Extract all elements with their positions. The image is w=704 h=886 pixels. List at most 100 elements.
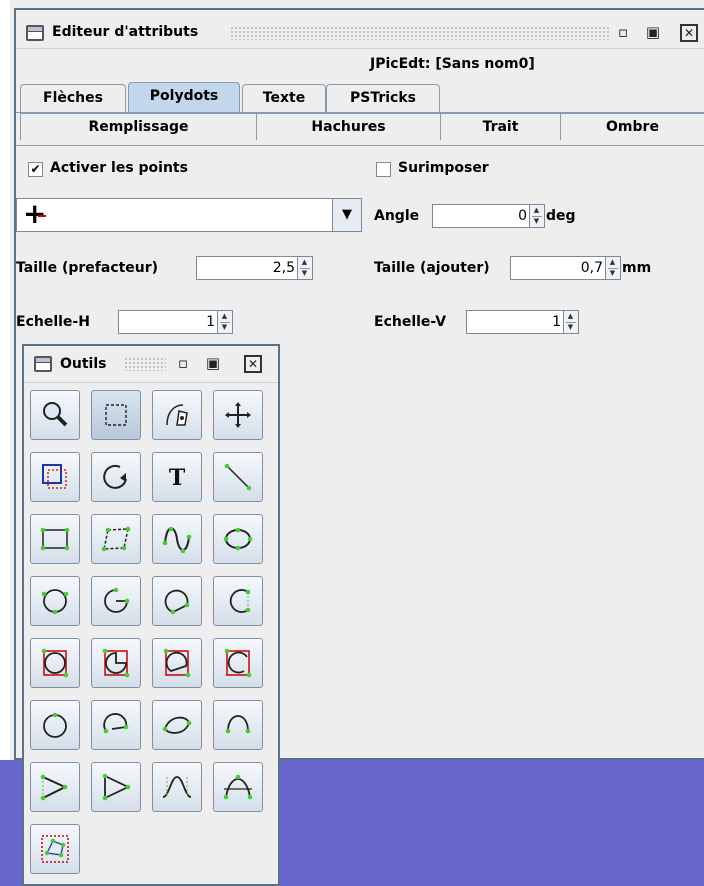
text-tool-icon: T xyxy=(169,465,186,491)
tab-trait[interactable]: Trait xyxy=(440,113,560,140)
bounding-box-tool-icon xyxy=(41,835,69,863)
scale-h-input[interactable]: 1 xyxy=(118,310,218,334)
circle-loop-tool-button[interactable] xyxy=(30,700,80,750)
angle-spinner[interactable]: ▲ ▼ xyxy=(530,204,545,228)
scale-v-label: Echelle-V xyxy=(374,314,447,330)
zoom-tool-icon xyxy=(43,402,68,427)
tab-remplissage[interactable]: Remplissage xyxy=(20,113,256,140)
tools-grid: T xyxy=(30,390,274,880)
crop-tool-button[interactable] xyxy=(30,452,80,502)
triangle-tool-icon xyxy=(102,773,131,801)
circle-3pt-tool-button[interactable] xyxy=(30,576,80,626)
size-factor-spinner[interactable]: ▲ ▼ xyxy=(298,256,313,280)
angle-label: Angle xyxy=(374,208,420,224)
panel-top-border xyxy=(16,145,704,146)
circle-3pt-tool-icon xyxy=(41,589,69,615)
angle-input[interactable]: 0 xyxy=(432,204,530,228)
scale-h-spinner[interactable]: ▲ ▼ xyxy=(218,310,233,334)
pen-tool-button[interactable] xyxy=(152,390,202,440)
tab-pstricks[interactable]: PSTricks xyxy=(326,84,440,112)
arc-framed-tool-icon xyxy=(224,648,252,678)
window-title: Editeur d'attributs xyxy=(52,24,199,40)
arc-framed-tool-button[interactable] xyxy=(213,638,263,688)
tools-title: Outils xyxy=(60,356,107,372)
maximize-icon[interactable]: ▣ xyxy=(644,23,662,41)
hook-tool-button[interactable] xyxy=(213,700,263,750)
move-tool-icon xyxy=(225,402,251,428)
size-add-spinner[interactable]: ▲ ▼ xyxy=(606,256,621,280)
zoom-tool-button[interactable] xyxy=(30,390,80,440)
arc-partial-tool-button[interactable] xyxy=(91,700,141,750)
chord-framed-tool-button[interactable] xyxy=(152,638,202,688)
size-add-input[interactable]: 0,7 xyxy=(510,256,606,280)
scale-v-input[interactable]: 1 xyxy=(466,310,564,334)
scale-v-spinner[interactable]: ▲ ▼ xyxy=(564,310,579,334)
lens-tool-icon xyxy=(162,716,192,734)
window-titlebar[interactable]: Editeur d'attributs ▫ ▣ ✕ xyxy=(16,18,704,49)
crop-tool-icon xyxy=(42,464,67,489)
dot-style-combo[interactable]: + xyxy=(16,197,334,232)
tools-close-icon[interactable]: ✕ xyxy=(244,355,262,373)
rotate-tool-button[interactable] xyxy=(91,452,141,502)
ellipse-tool-button[interactable] xyxy=(213,514,263,564)
arc-open-tool-button[interactable] xyxy=(213,576,263,626)
document-title: JPicEdt: [Sans nom0] xyxy=(370,56,535,72)
minimize-icon[interactable]: ▫ xyxy=(614,23,632,41)
arc-pie-tool-icon xyxy=(104,587,130,613)
pie-framed-tool-icon xyxy=(102,648,130,678)
tab-fleches[interactable]: Flèches xyxy=(20,84,126,112)
tab-ombre[interactable]: Ombre xyxy=(560,113,704,140)
text-tool-button[interactable]: T xyxy=(152,452,202,502)
curve-tool-icon xyxy=(162,526,192,554)
curve-tool-button[interactable] xyxy=(152,514,202,564)
activate-points-checkbox[interactable]: ✔ xyxy=(28,162,43,177)
spline-tool-button[interactable] xyxy=(213,762,263,812)
spline-tool-icon xyxy=(223,774,253,800)
dot-style-glyph: + xyxy=(23,197,47,230)
tools-maximize-icon[interactable]: ▣ xyxy=(204,354,222,372)
bounding-box-tool-button[interactable] xyxy=(30,824,80,874)
arc-chord-tool-button[interactable] xyxy=(152,576,202,626)
tab-texte[interactable]: Texte xyxy=(242,84,326,112)
move-tool-button[interactable] xyxy=(213,390,263,440)
lens-tool-button[interactable] xyxy=(152,700,202,750)
arc-chord-tool-icon xyxy=(164,589,190,615)
select-rect-tool-button[interactable] xyxy=(91,390,141,440)
circle-loop-tool-icon xyxy=(43,712,67,738)
size-factor-input[interactable]: 2,5 xyxy=(196,256,298,280)
tab-polydots[interactable]: Polydots xyxy=(128,82,240,112)
chord-framed-tool-icon xyxy=(163,648,191,678)
hook-tool-icon xyxy=(225,715,251,734)
svg-text:T: T xyxy=(169,465,186,491)
angle-polyline-tool-icon xyxy=(40,774,68,801)
tools-minimize-icon[interactable]: ▫ xyxy=(174,354,192,372)
rectangle-tool-icon xyxy=(40,527,70,551)
circle-framed-tool-button[interactable] xyxy=(30,638,80,688)
dot-style-red-tick xyxy=(38,215,46,217)
tools-window-icon xyxy=(34,356,52,372)
size-add-unit: mm xyxy=(622,260,652,276)
superimpose-label: Surimposer xyxy=(398,160,489,176)
bell-curve-tool-button[interactable] xyxy=(152,762,202,812)
pen-tool-icon xyxy=(166,404,188,426)
pie-framed-tool-button[interactable] xyxy=(91,638,141,688)
close-icon[interactable]: ✕ xyxy=(680,24,698,42)
arc-open-tool-icon xyxy=(229,589,251,613)
parallelogram-tool-button[interactable] xyxy=(91,514,141,564)
tools-titlebar-grip xyxy=(124,357,166,371)
bell-curve-tool-icon xyxy=(162,776,192,798)
line-tool-button[interactable] xyxy=(213,452,263,502)
arc-pie-tool-button[interactable] xyxy=(91,576,141,626)
circle-framed-tool-icon xyxy=(41,648,69,678)
activate-points-label: Activer les points xyxy=(50,160,188,176)
angle-polyline-tool-button[interactable] xyxy=(30,762,80,812)
tools-titlebar[interactable]: Outils ▫ ▣ ✕ xyxy=(24,346,278,383)
rectangle-tool-button[interactable] xyxy=(30,514,80,564)
rotate-tool-icon xyxy=(103,464,127,489)
tab-hachures[interactable]: Hachures xyxy=(256,113,440,140)
angle-unit: deg xyxy=(546,208,576,224)
superimpose-checkbox[interactable] xyxy=(376,162,391,177)
dot-style-dropdown-button[interactable]: ▼ xyxy=(332,198,362,232)
window-icon xyxy=(26,25,44,41)
triangle-tool-button[interactable] xyxy=(91,762,141,812)
